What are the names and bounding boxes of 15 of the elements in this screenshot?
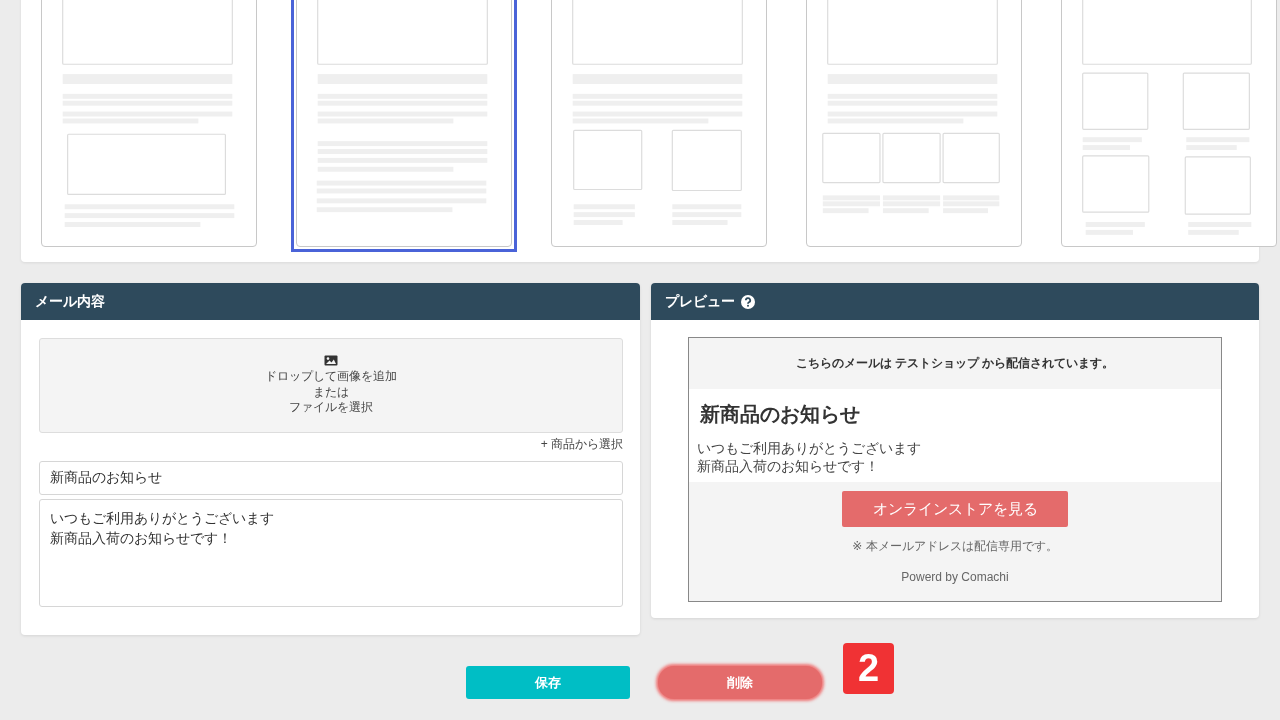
subject-field[interactable]: 新商品のお知らせ (39, 461, 623, 495)
sender-notice: こちらのメールは テストショップ から配信されています。 (795, 355, 1115, 372)
step-badge: 2 (843, 643, 894, 694)
email-body-line: 新商品入荷のお知らせです！ (697, 458, 880, 476)
email-body-line: いつもご利用ありがとうございます (697, 440, 922, 458)
email-heading: 新商品のお知らせ (700, 402, 861, 427)
help-icon[interactable] (741, 294, 755, 309)
no-reply-note: ※ 本メールアドレスは配信専用です。 (852, 538, 1058, 555)
panel-title: プレビュー (665, 292, 735, 311)
powered-by-text: Powerd by Comachi (901, 570, 1009, 584)
body-field[interactable]: いつもご利用ありがとうございます 新商品入荷のお知らせです！ (39, 499, 623, 607)
image-icon (324, 355, 338, 367)
select-from-products-link[interactable]: + 商品から選択 (540, 437, 623, 451)
image-dropzone[interactable]: ドロップして画像を追加 または ファイルを選択 (39, 338, 623, 433)
panel-title: メール内容 (35, 292, 105, 311)
